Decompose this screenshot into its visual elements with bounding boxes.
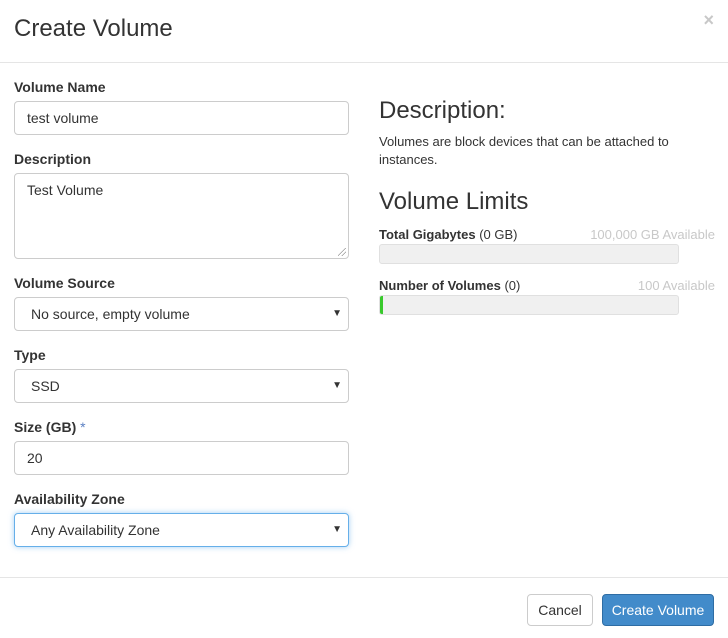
number-of-volumes-label: Number of Volumes (0)	[379, 278, 520, 294]
description-label: Description	[14, 151, 92, 167]
volume-name-label: Volume Name	[14, 79, 106, 95]
volume-source-select[interactable]: No source, empty volume ▼	[14, 297, 349, 331]
total-gigabytes-progress	[379, 244, 679, 264]
volume-source-label: Volume Source	[14, 275, 115, 291]
number-of-volumes-title: Number of Volumes	[379, 278, 501, 293]
total-gigabytes-available: 100,000 GB Available	[590, 227, 715, 242]
volume-name-input[interactable]: test volume	[14, 101, 349, 135]
type-label: Type	[14, 347, 46, 363]
description-heading: Description:	[379, 97, 506, 124]
resize-grip-icon[interactable]	[338, 248, 346, 256]
availability-zone-value: Any Availability Zone	[31, 522, 160, 538]
create-volume-button[interactable]: Create Volume	[602, 594, 714, 626]
dialog-footer: Cancel Create Volume	[0, 577, 728, 638]
volume-name-value: test volume	[27, 110, 99, 126]
number-of-volumes-used: (0)	[504, 278, 521, 293]
size-value: 20	[27, 450, 43, 466]
number-of-volumes-progress-fill	[380, 296, 383, 314]
total-gigabytes-label: Total Gigabytes (0 GB)	[379, 227, 517, 243]
number-of-volumes-available: 100 Available	[637, 278, 715, 293]
type-value: SSD	[31, 378, 60, 394]
close-icon[interactable]: ×	[703, 10, 714, 30]
size-input[interactable]: 20	[14, 441, 349, 475]
total-gigabytes-used: (0 GB)	[479, 227, 518, 242]
volume-limits-heading: Volume Limits	[379, 188, 529, 215]
dialog-title: Create Volume	[14, 15, 173, 42]
size-label: Size (GB) *	[14, 418, 86, 436]
dialog-header: Create Volume ×	[0, 0, 728, 63]
availability-zone-select[interactable]: Any Availability Zone ▼	[14, 513, 349, 547]
number-of-volumes-progress	[379, 295, 679, 315]
cancel-button[interactable]: Cancel	[527, 594, 593, 626]
description-value: Test Volume	[27, 182, 104, 198]
volume-source-value: No source, empty volume	[31, 306, 190, 322]
chevron-down-icon: ▼	[332, 524, 342, 535]
description-text: Volumes are block devices that can be at…	[379, 134, 669, 167]
chevron-down-icon: ▼	[332, 308, 342, 319]
type-select[interactable]: SSD ▼	[14, 369, 349, 403]
chevron-down-icon: ▼	[332, 380, 342, 391]
size-label-text: Size (GB)	[14, 419, 77, 435]
required-marker: *	[80, 419, 86, 435]
description-textarea[interactable]: Test Volume	[14, 173, 349, 259]
availability-zone-label: Availability Zone	[14, 491, 125, 507]
total-gigabytes-title: Total Gigabytes	[379, 227, 476, 242]
